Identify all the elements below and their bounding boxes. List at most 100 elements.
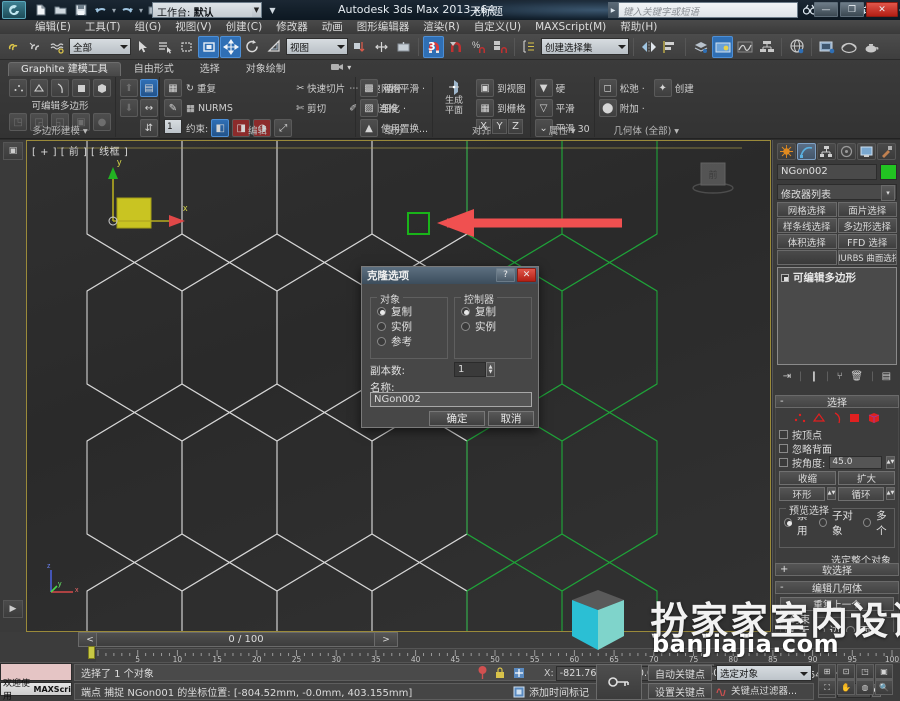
volume-select-button[interactable]: 体积选择 [777, 234, 837, 249]
track-bar-thumb[interactable] [88, 646, 95, 659]
menu-item-views[interactable]: 视图(V) [168, 20, 218, 34]
loop-selection-icon[interactable]: ⇵ [140, 119, 158, 137]
menu-item-animation[interactable]: 动画 [315, 20, 350, 34]
select-and-rotate-button[interactable] [242, 36, 263, 58]
menu-item-graph-editors[interactable]: 图形编辑器 [350, 20, 417, 34]
grow-button[interactable]: 扩大 [838, 471, 895, 485]
repeat-icon[interactable]: ↻ [186, 83, 194, 94]
edge-icon[interactable] [30, 79, 48, 97]
minimize-button[interactable]: — [814, 2, 838, 17]
relax-label[interactable]: 松弛 · [620, 81, 645, 95]
menu-app-logo[interactable] [0, 20, 28, 34]
repeat-last-button[interactable]: 重复上一个 [780, 597, 894, 611]
time-tag-icon[interactable] [513, 686, 525, 698]
mesh-select-button[interactable]: 网格选择 [777, 202, 837, 217]
ok-button[interactable]: 确定 [429, 411, 485, 426]
quickslice-icon[interactable]: ✂ [296, 83, 304, 94]
ribbon-tab-selection[interactable]: 选择 [187, 62, 233, 76]
track-bar-ruler[interactable]: 5 10 15 20 25 30 35 40 45 50 55 60 65 70 75 80 85 90 95 100 [96, 648, 900, 663]
pan-view-icon[interactable]: ✋ [837, 680, 855, 695]
geometry-label[interactable]: 几何体 (全部) ▾ [595, 123, 698, 137]
create-label[interactable]: 创建 [675, 81, 694, 95]
menu-item-edit[interactable]: 编辑(E) [28, 20, 78, 34]
controller-copy-radio[interactable]: 复制 [461, 304, 531, 319]
menu-item-maxscript[interactable]: MAXScript(M) [528, 20, 613, 34]
element-icon[interactable] [867, 412, 881, 427]
nurbs-surface-select-button[interactable]: NURBS 曲面选择 [837, 250, 897, 265]
edge-icon[interactable] [812, 412, 826, 427]
loop-button[interactable]: 循环 [838, 487, 884, 501]
remove-modifier-icon[interactable]: 🗑 [850, 371, 863, 382]
element-icon[interactable] [93, 79, 111, 97]
patch-select-button[interactable]: 面片选择 [837, 202, 897, 217]
ffd-select-button[interactable]: FFD 选择 [837, 234, 897, 249]
curve-editor-button[interactable] [734, 36, 755, 58]
save-file-button[interactable] [72, 2, 89, 18]
unlink-selection-button[interactable] [25, 36, 46, 58]
set-key-button[interactable]: 设置关键点 [648, 683, 712, 699]
shrink-button[interactable]: 收缩 [779, 471, 836, 485]
absolute-relative-icon[interactable] [513, 667, 525, 679]
by-angle-input[interactable]: 45.0 [829, 455, 882, 469]
align-to-grid-icon[interactable]: ▦ [476, 99, 495, 117]
key-filters-label[interactable]: 关键点过滤器... [731, 683, 797, 697]
layer-manager-button[interactable] [690, 36, 711, 58]
select-and-scale-button[interactable] [264, 36, 285, 58]
edit-named-selection-sets-button[interactable] [519, 36, 540, 58]
name-input[interactable]: NGon002 [370, 392, 532, 407]
ring-button[interactable]: 环形 [779, 487, 825, 501]
ribbon-tab-graphite[interactable]: Graphite 建模工具 [8, 62, 121, 76]
align-button[interactable] [660, 36, 681, 58]
zoom-extents-all-icon[interactable]: ⊡ [837, 664, 855, 679]
by-vertex-checkbox[interactable]: 按顶点 [779, 427, 895, 442]
info-center-expand-arrow[interactable]: ▶ [608, 2, 618, 18]
cut-label[interactable]: 剪切 [307, 101, 326, 115]
ignore-backfacing-checkbox[interactable]: 忽略背面 [779, 441, 895, 456]
menu-item-modifiers[interactable]: 修改器 [269, 20, 315, 34]
edit-panel-label[interactable]: 编辑 [160, 123, 355, 137]
preview-multi-radio[interactable]: 多个 [863, 510, 894, 537]
paint-connect-icon[interactable]: ✎ [164, 99, 182, 117]
shrink-selection-icon[interactable]: ⬇ [120, 99, 138, 117]
keyboard-shortcut-override-button[interactable] [393, 36, 414, 58]
key-mode-dropdown[interactable]: 选定对象 [716, 665, 812, 681]
swift-loop-icon[interactable]: ▤ [140, 79, 158, 97]
close-button[interactable]: ✕ [866, 2, 898, 17]
window-crossing-toggle-button[interactable] [198, 35, 219, 58]
smooth-icon[interactable]: ▽ [534, 99, 553, 117]
attach-label[interactable]: 附加 · [620, 101, 645, 115]
polygon-modeling-label[interactable]: 多边形建模 ▾ [5, 123, 115, 137]
max-logo-icon[interactable] [2, 1, 26, 19]
snaps-toggle-button[interactable]: 3 [423, 35, 444, 58]
copies-input[interactable]: 1 [454, 362, 486, 377]
percent-snap-toggle-button[interactable]: % [467, 36, 488, 58]
spline-select-button[interactable]: 样条线选择 [777, 218, 837, 233]
nurms-icon[interactable]: ▦ [186, 103, 195, 114]
ring-spinner[interactable]: ▲▼ [827, 487, 836, 500]
maximize-viewport-toggle-icon[interactable]: ⛶ [818, 680, 836, 695]
menu-item-customize[interactable]: 自定义(U) [467, 20, 528, 34]
cancel-button[interactable]: 取消 [488, 411, 534, 426]
open-file-button[interactable] [52, 2, 69, 18]
named-selection-sets-input[interactable]: 创建选择集 [541, 38, 629, 55]
tessellate-icon[interactable]: ▨ [360, 99, 378, 117]
zoom-extents-icon[interactable]: ⊞ [818, 664, 836, 679]
make-planar-button[interactable]: 生成 平面 [437, 79, 471, 116]
redo-button[interactable] [119, 2, 136, 18]
selection-filter-dropdown[interactable]: 全部 [69, 38, 131, 55]
modifier-list-dropdown[interactable]: 修改器列表 [777, 184, 897, 201]
menu-item-group[interactable]: 组(G) [127, 20, 168, 34]
workspace-menu-arrow[interactable]: ▼ [266, 3, 279, 17]
render-setup-button[interactable] [816, 36, 837, 58]
align-to-view-icon[interactable]: ▣ [476, 79, 495, 97]
repeat-label[interactable]: 重复 [197, 81, 216, 95]
soft-selection-header[interactable]: + 软选择 [775, 563, 899, 577]
edit-geometry-header[interactable]: - 编辑几何体 [775, 581, 899, 595]
copies-spin-down[interactable]: ▼ [489, 369, 493, 375]
zoom-icon[interactable]: 🔍 [875, 680, 893, 695]
subdivision-label[interactable]: 细分 [356, 123, 432, 137]
align-label[interactable]: 对齐 [433, 123, 530, 137]
object-reference-radio[interactable]: 参考 [377, 334, 447, 349]
reference-coordinate-system-dropdown[interactable]: 视图 [286, 38, 348, 55]
hierarchy-tab[interactable] [817, 143, 836, 160]
